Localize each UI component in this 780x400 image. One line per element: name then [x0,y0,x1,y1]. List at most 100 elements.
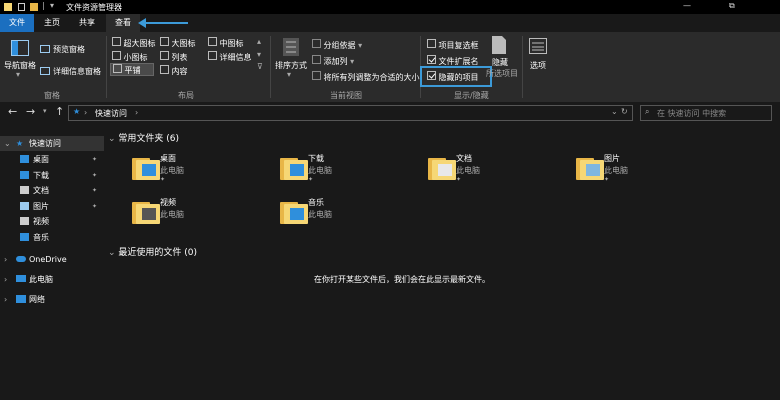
add-columns-button[interactable]: 添加列 ▾ [312,55,354,67]
qat-dropdown-icon[interactable]: ▾ [50,1,54,10]
group-by-button[interactable]: 分组依据 ▾ [312,39,362,51]
sidebar-item-desktop[interactable]: 桌面 ✦ [0,152,104,167]
recent-locations-icon[interactable]: ▾ [43,107,47,115]
group-divider [522,36,523,98]
tab-home[interactable]: 主页 [44,14,60,32]
recent-files-header[interactable]: ⌄ 最近使用的文件 (0) [108,245,197,258]
sidebar-label: 文档 [33,186,49,195]
folder-tile[interactable]: 桌面 此电脑 ✦ [132,152,262,190]
sidebar-item-video[interactable]: 视频 [0,214,104,229]
file-extensions-checkbox[interactable] [427,55,436,64]
star-icon: ★ [16,139,24,148]
address-bar-row: ← → ▾ ↑ ★ › 快速访问 › ⌄ ↻ ⌕ 在 快速访问 中搜索 [0,102,780,124]
maximize-button[interactable]: ⧉ [729,1,735,11]
item-checkboxes-toggle[interactable]: 项目复选框 [427,39,479,51]
video-glyph-icon [142,208,156,220]
address-dropdown-icon[interactable]: ⌄ [611,107,618,116]
item-checkboxes-label: 项目复选框 [438,41,479,50]
folder-tile[interactable]: 文档 此电脑 ✦ [428,152,558,190]
group-by-label: 分组依据 [323,41,356,50]
folder-location: 此电脑 [160,166,184,175]
hide-selected-button[interactable]: 隐藏 所选项目 [486,36,522,82]
folder-tile[interactable]: 下载此电脑 ✦ [280,152,410,190]
preview-pane-icon [40,45,50,53]
breadcrumb-quick-access[interactable]: 快速访问 [95,108,127,119]
gallery-scroll-up-icon[interactable]: ▴ [257,37,261,46]
folder-tile[interactable]: 图片 此电脑 ✦ [576,152,706,190]
tab-file[interactable]: 文件 [0,14,34,32]
recent-files-title: 最近使用的文件 (0) [118,248,198,258]
pin-icon: ✦ [308,176,314,183]
expand-chevron-icon[interactable]: ⌄ [4,136,11,151]
frequent-folders-header[interactable]: ⌄ 常用文件夹 (6) [108,131,179,144]
expand-chevron-icon[interactable]: › [4,292,7,307]
address-input[interactable]: ★ › 快速访问 › ⌄ ↻ [68,105,633,121]
cloud-icon [16,256,26,262]
sidebar-item-document[interactable]: 文档 ✦ [0,183,104,198]
gallery-expand-icon[interactable]: ⊽ [257,62,263,71]
annotation-arrow-icon [138,18,188,28]
folder-tile[interactable]: 视频 此电脑 [132,196,262,234]
sidebar-item-quick-access[interactable]: ⌄ ★ 快速访问 [0,136,104,151]
new-folder-icon[interactable] [30,3,38,11]
computer-icon [16,275,26,282]
size-all-columns-label: 将所有列调整为合适的大小 [323,73,420,82]
hide-selected-label-2: 所选项目 [486,69,518,78]
sidebar-item-network[interactable]: › 网络 [0,292,104,307]
minimize-button[interactable]: — [683,1,691,10]
small-icons-icon [112,51,121,60]
properties-icon[interactable] [18,3,25,11]
chevron-down-icon: ▾ [16,70,21,79]
layout-tiles[interactable]: 平铺 [110,63,154,76]
sidebar-item-download[interactable]: 下载 ✦ [0,168,104,183]
group-divider [106,36,107,98]
list-icon [160,51,169,60]
ribbon-tabs: 文件 主页 共享 查看 [0,14,780,32]
sidebar-item-this-pc[interactable]: › 此电脑 [0,272,104,287]
layout-small-icons[interactable]: 小图标 [112,51,148,63]
layout-xl-icons[interactable]: 超大图标 [112,37,156,49]
breadcrumb-chevron-icon: › [84,108,88,117]
forward-arrow-icon[interactable]: → [26,105,35,118]
tiles-icon [113,64,122,73]
tab-view[interactable]: 查看 [106,14,140,32]
tab-share[interactable]: 共享 [79,14,95,32]
refresh-icon[interactable]: ↻ [621,107,628,116]
sidebar-item-picture[interactable]: 图片 ✦ [0,199,104,214]
folder-app-icon [4,3,12,11]
back-arrow-icon[interactable]: ← [8,105,17,118]
nav-pane-button[interactable]: 导航窗格 ▾ [4,40,36,84]
folder-location: 此电脑 [308,210,332,219]
up-arrow-icon[interactable]: ↑ [55,105,64,118]
search-input[interactable]: ⌕ 在 快速访问 中搜索 [640,105,772,121]
content-pane: ⌄ 常用文件夹 (6) 桌面 此电脑 ✦ 下载 此电脑 ✦ 文档 此电脑 ✦ 图片 此电脑 ✦ 视频 此电… [104,124,780,400]
sort-by-button[interactable]: 排序方式 ▾ [275,38,309,84]
search-icon: ⌕ [645,107,650,116]
sidebar-label: OneDrive [29,255,67,264]
sidebar-item-onedrive[interactable]: › OneDrive [0,252,104,267]
folder-icon [280,200,308,224]
layout-small-icons-label: 小图标 [123,53,148,62]
layout-list[interactable]: 列表 [160,51,188,63]
expand-chevron-icon[interactable]: › [4,272,7,287]
pin-icon: ✦ [92,156,98,163]
folder-name: 下载 [308,154,324,163]
folder-location: 此电脑 [308,166,332,175]
pin-icon: ✦ [604,176,610,183]
layout-large-icons[interactable]: 大图标 [160,37,196,49]
folder-icon [576,156,604,180]
music-glyph-icon [290,208,304,220]
folder-icon [280,156,308,180]
options-button[interactable]: 选项 [526,38,552,78]
sidebar-label: 图片 [33,201,49,211]
sidebar-item-music[interactable]: 音乐 [0,230,104,245]
layout-content[interactable]: 内容 [160,65,188,77]
gallery-scroll-down-icon[interactable]: ▾ [257,50,261,59]
layout-details[interactable]: 详细信息 [208,51,252,63]
folder-tile[interactable]: 音乐 此电脑 [280,196,410,234]
size-all-columns-button[interactable]: 将所有列调整为合适的大小 [312,71,420,83]
expand-chevron-icon[interactable]: › [4,252,7,267]
layout-medium-icons[interactable]: 中图标 [208,37,244,49]
current-view-group-label: 当前视图 [330,91,362,100]
item-checkboxes-checkbox[interactable] [427,39,436,48]
